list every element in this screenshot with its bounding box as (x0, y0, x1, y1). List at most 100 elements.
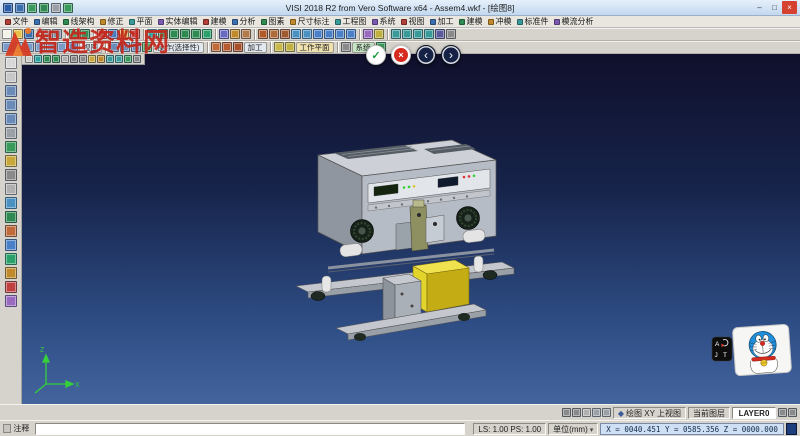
spline-icon[interactable] (202, 29, 212, 39)
layers-icon[interactable] (88, 55, 96, 63)
circle-icon[interactable] (180, 29, 190, 39)
close-button[interactable]: × (782, 1, 797, 14)
properties-icon[interactable] (5, 295, 17, 307)
view-iso-icon[interactable] (68, 42, 78, 52)
grid-icon[interactable] (5, 169, 17, 181)
app-icon[interactable] (3, 3, 13, 13)
open-file-icon[interactable] (13, 29, 23, 39)
point-icon[interactable] (147, 29, 157, 39)
verify-icon[interactable] (233, 42, 243, 52)
menu-item[interactable]: 冲模 (485, 16, 514, 28)
plot-icon[interactable] (52, 29, 62, 39)
maximize-button[interactable]: □ (767, 1, 782, 14)
offset-icon[interactable] (291, 29, 301, 39)
snap-icon[interactable] (5, 183, 17, 195)
save-icon[interactable] (15, 3, 25, 13)
pan-icon[interactable] (115, 55, 123, 63)
grid-icon[interactable] (70, 55, 78, 63)
point-icon[interactable] (34, 55, 42, 63)
zoom-dynamic-icon[interactable] (120, 42, 130, 52)
wcs-icon[interactable] (5, 197, 17, 209)
workplane-xy-icon[interactable] (274, 42, 284, 52)
snap-icon[interactable] (61, 55, 69, 63)
menu-item[interactable]: 视图 (398, 16, 427, 28)
sketch-icon[interactable] (5, 211, 17, 223)
delete-icon[interactable] (5, 281, 17, 293)
menu-item[interactable]: 尺寸标注 (287, 16, 332, 28)
expand-icon[interactable] (788, 408, 797, 417)
circle-icon[interactable] (52, 55, 60, 63)
view-mode-indicator[interactable]: ◆绘图 XY 上视图 (613, 407, 686, 419)
view-front-icon[interactable] (2, 42, 12, 52)
view-top-icon[interactable] (24, 42, 34, 52)
scale-icon[interactable] (335, 29, 345, 39)
zoom-icon[interactable] (106, 55, 114, 63)
help-icon[interactable] (63, 3, 73, 13)
print-icon[interactable] (51, 3, 61, 13)
rotate-icon[interactable] (324, 29, 334, 39)
rectangle-icon[interactable] (191, 29, 201, 39)
array-icon[interactable] (346, 29, 356, 39)
line-icon[interactable] (43, 55, 51, 63)
menu-item[interactable]: 实体编辑 (155, 16, 200, 28)
select-icon[interactable] (5, 57, 17, 69)
scale-indicator[interactable]: LS: 1.00 PS: 1.00 (473, 423, 546, 435)
menu-item[interactable]: 修正 (97, 16, 126, 28)
chamfer-icon[interactable] (280, 29, 290, 39)
toolbar-group-label[interactable]: 视图 (79, 42, 102, 53)
toolpath-icon[interactable] (211, 42, 221, 52)
view-bottom-icon[interactable] (35, 42, 45, 52)
panel-toggle-icon[interactable] (778, 408, 787, 417)
menu-item[interactable]: 工程图 (332, 16, 369, 28)
view-left-icon[interactable] (46, 42, 56, 52)
measure-icon[interactable] (374, 29, 384, 39)
solid-icon[interactable] (5, 225, 17, 237)
toolbar-group-label[interactable]: 操作(选择性) (153, 42, 204, 53)
menu-item[interactable]: 系统 (369, 16, 398, 28)
redo-icon[interactable] (80, 29, 90, 39)
zoom-fit-icon[interactable] (413, 29, 423, 39)
redo-icon[interactable] (39, 3, 49, 13)
previous-button[interactable]: ‹ (416, 45, 436, 65)
curve-icon[interactable] (5, 253, 17, 265)
paste-icon[interactable] (119, 29, 129, 39)
undo-icon[interactable] (69, 29, 79, 39)
track-toggle-icon[interactable] (602, 408, 611, 417)
ortho-icon[interactable] (79, 55, 87, 63)
shade-icon[interactable] (435, 29, 445, 39)
menu-item[interactable]: 线架构 (60, 16, 97, 28)
menu-item[interactable]: 模流分析 (551, 16, 596, 28)
dimension-icon[interactable] (97, 55, 105, 63)
layers-icon[interactable] (5, 155, 17, 167)
minimize-button[interactable]: – (752, 1, 767, 14)
print-icon[interactable] (41, 29, 51, 39)
pan-view-icon[interactable] (131, 42, 141, 52)
menu-item[interactable]: 图素 (258, 16, 287, 28)
save-icon[interactable] (24, 29, 34, 39)
trim-icon[interactable] (258, 29, 268, 39)
line-icon[interactable] (158, 29, 168, 39)
refresh-icon[interactable] (142, 42, 152, 52)
surface-icon[interactable] (5, 239, 17, 251)
preferences-icon[interactable] (341, 42, 351, 52)
coordinate-mode-icon[interactable] (786, 423, 797, 435)
new-file-icon[interactable] (2, 29, 12, 39)
zoom-icon[interactable] (5, 99, 17, 111)
delete-icon[interactable] (130, 29, 140, 39)
view-right-icon[interactable] (57, 42, 67, 52)
toolbar-group-label[interactable]: 工作平面 (296, 42, 334, 53)
dimension-icon[interactable] (230, 29, 240, 39)
cancel-button[interactable]: × (391, 45, 411, 65)
arc-icon[interactable] (169, 29, 179, 39)
next-button[interactable]: › (441, 45, 461, 65)
fillet-icon[interactable] (269, 29, 279, 39)
workplane-3pt-icon[interactable] (285, 42, 295, 52)
viewport-3d[interactable]: Z X A J T (22, 54, 800, 404)
text-tool-icon[interactable] (219, 29, 229, 39)
zoom-out-icon[interactable] (402, 29, 412, 39)
pan-icon[interactable] (424, 29, 434, 39)
viewport-scene[interactable]: Z X A J T (22, 54, 800, 404)
rotate-view-icon[interactable] (109, 42, 119, 52)
layers-icon[interactable] (363, 29, 373, 39)
ortho-toggle-icon[interactable] (592, 408, 601, 417)
